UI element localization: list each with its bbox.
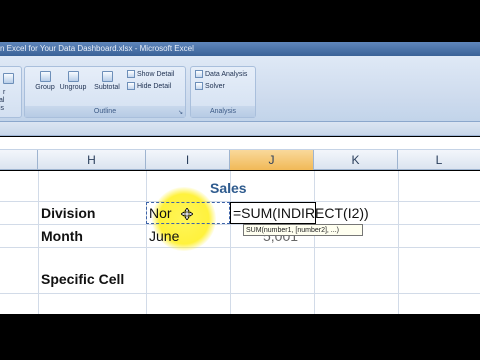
data-analysis-icon (195, 70, 203, 78)
formula-input[interactable]: =SUM(INDIRECT(I2)) (233, 205, 369, 221)
group-rows-icon (3, 73, 14, 84)
subtotal-button[interactable]: Subtotal (89, 71, 125, 91)
solver-label: Solver (205, 82, 225, 90)
name-box-strip (0, 137, 480, 150)
function-tooltip: SUM(number1, [number2], ...) (243, 224, 363, 236)
hide-detail-button[interactable]: Hide Detail (127, 82, 171, 90)
show-detail-button[interactable]: Show Detail (127, 70, 174, 78)
grid-line (0, 224, 480, 225)
ribbon-group-partial: r al is (0, 66, 22, 118)
partial-label: r (3, 89, 6, 96)
analysis-group-title: Analysis (191, 106, 255, 117)
hide-detail-label: Hide Detail (137, 82, 172, 90)
month-value[interactable]: June (149, 228, 179, 244)
solver-icon (195, 82, 203, 90)
data-analysis-label: Data Analysis (205, 70, 248, 78)
ungroup-button[interactable]: Ungroup (55, 71, 91, 91)
column-header-j[interactable]: J (230, 150, 314, 170)
partial-label-3: is (0, 105, 5, 112)
column-header-g[interactable] (0, 150, 38, 170)
move-cursor-icon (181, 208, 193, 220)
ungroup-button-label: Ungroup (59, 84, 87, 91)
division-value[interactable]: Nor (149, 205, 172, 221)
outline-group: Group Ungroup Subtotal Show Detail Hide … (24, 66, 186, 118)
month-label: Month (41, 228, 83, 244)
specific-cell-label: Specific Cell (41, 271, 125, 287)
window-title: n Excel for Your Data Dashboard.xlsx - M… (0, 44, 194, 53)
analysis-group: Data Analysis Solver Analysis (190, 66, 256, 118)
data-analysis-button[interactable]: Data Analysis (195, 70, 247, 78)
column-header-row: H I J K L (0, 150, 480, 170)
column-header-l[interactable]: L (398, 150, 480, 170)
formula-bar-area (0, 122, 480, 136)
top-letterbox (0, 0, 480, 42)
column-header-h[interactable]: H (38, 150, 146, 170)
group-button-label: Group (35, 84, 55, 91)
subtotal-button-label: Subtotal (94, 84, 120, 91)
division-label: Division (41, 205, 96, 221)
sales-title: Sales (210, 180, 247, 196)
hide-detail-icon (127, 82, 135, 90)
outline-dialog-launcher-icon[interactable]: ↘ (178, 109, 183, 116)
group-icon (39, 71, 51, 82)
bottom-letterbox (0, 314, 480, 360)
window-title-bar: n Excel for Your Data Dashboard.xlsx - M… (0, 42, 480, 56)
ungroup-icon (67, 71, 79, 82)
grid-line (0, 293, 480, 294)
worksheet-grid[interactable]: Sales Division Month Specific Cell Nor J… (0, 171, 480, 314)
grid-line (0, 247, 480, 248)
partial-button-icon[interactable] (3, 73, 14, 86)
column-header-i[interactable]: I (146, 150, 230, 170)
column-header-k[interactable]: K (314, 150, 398, 170)
show-detail-icon (127, 70, 135, 78)
subtotal-icon (101, 71, 113, 82)
solver-button[interactable]: Solver (195, 82, 225, 90)
show-detail-label: Show Detail (137, 70, 175, 78)
partial-label-2: al (0, 97, 5, 104)
outline-group-title: Outline (25, 106, 185, 117)
